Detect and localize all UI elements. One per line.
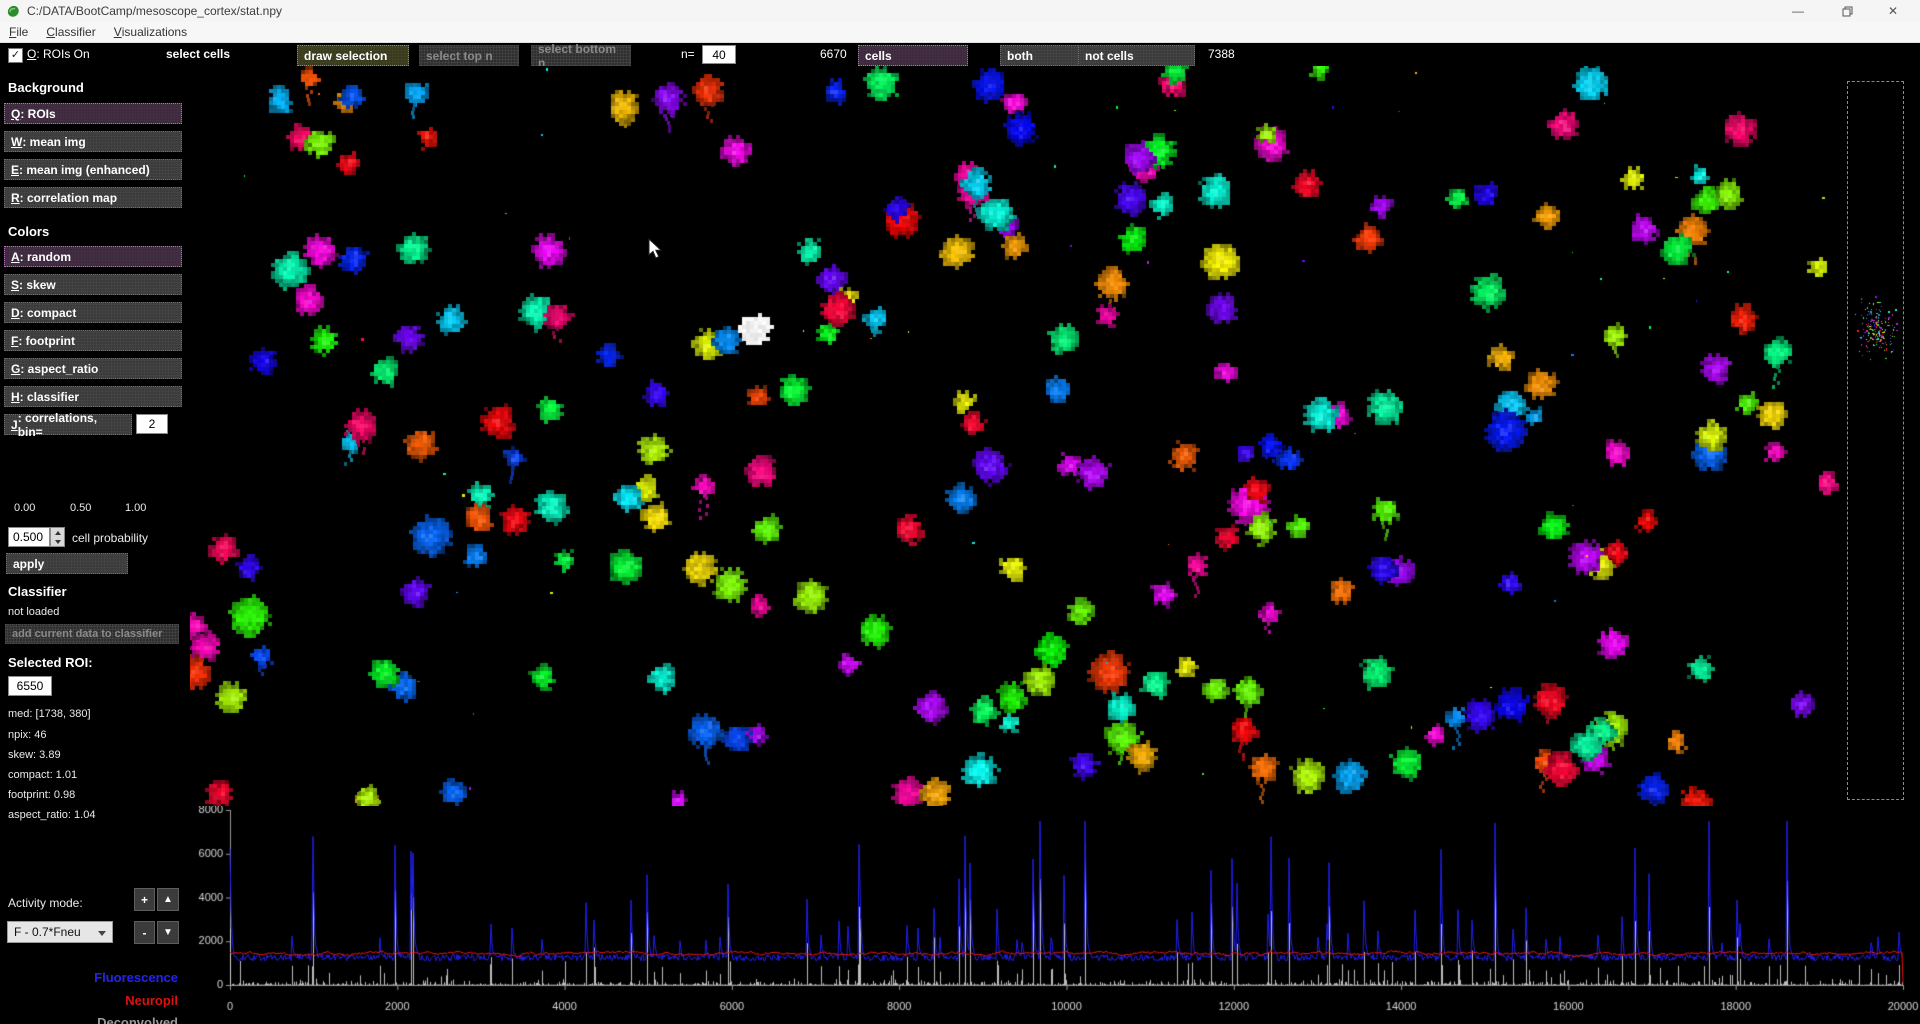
plus-icon: + xyxy=(141,893,148,907)
roi-field-canvas[interactable] xyxy=(190,66,1843,806)
activity-mode-label: Activity mode: xyxy=(8,896,83,910)
rois-on-label: O: ROIs On xyxy=(27,47,90,61)
color-button-random[interactable]: A: random xyxy=(4,246,182,267)
roi-stat-npix: npix: 46 xyxy=(8,729,47,741)
legend-deconvolved[interactable]: Deconvolved xyxy=(0,1015,178,1024)
trace-scale-down-button[interactable]: ▼ xyxy=(157,921,179,944)
minimap-canvas xyxy=(1848,82,1903,799)
add-to-classifier-button[interactable]: add current data to classifier xyxy=(5,624,179,644)
apply-button[interactable]: apply xyxy=(6,553,128,574)
classifier-header: Classifier xyxy=(8,584,67,599)
minimap-panel[interactable] xyxy=(1847,81,1904,800)
mouse-cursor-icon xyxy=(648,238,664,260)
down-triangle-icon: ▼ xyxy=(163,927,173,938)
roi-stat-skew: skew: 3.89 xyxy=(8,749,61,761)
roi-stat-compact: compact: 1.01 xyxy=(8,769,77,781)
selected-roi-header: Selected ROI: xyxy=(8,655,93,670)
menu-item-visualizations[interactable]: Visualizations xyxy=(105,22,196,43)
select-top-n-button[interactable]: select top n xyxy=(419,45,519,66)
cell-probability-input[interactable] xyxy=(8,527,50,547)
background-button-mean-img[interactable]: W: mean img xyxy=(4,131,182,152)
color-button-classifier[interactable]: H: classifier xyxy=(4,386,182,407)
app-logo-icon xyxy=(6,4,21,19)
draw-selection-button[interactable]: draw selection xyxy=(297,45,409,66)
app-window: C:/DATA/BootCamp/mesoscope_cortex/stat.n… xyxy=(0,0,1920,1024)
select-cells-label: select cells xyxy=(166,47,230,61)
cells-button[interactable]: cells xyxy=(858,45,968,66)
not-cells-count: 7388 xyxy=(1208,47,1235,61)
background-button-mean-img-enhanced[interactable]: E: mean img (enhanced) xyxy=(4,159,182,180)
scale-tick-100: 1.00 xyxy=(125,502,146,514)
check-icon: ✓ xyxy=(11,50,20,61)
not-cells-button[interactable]: not cells xyxy=(1078,45,1195,66)
roi-stat-footprint: footprint: 0.98 xyxy=(8,789,75,801)
classifier-status: not loaded xyxy=(8,606,59,618)
menu-item-classifier[interactable]: Classifier xyxy=(37,22,104,43)
roi-stat-aspect-ratio: aspect_ratio: 1.04 xyxy=(8,809,95,821)
legend-neuropil[interactable]: Neuropil xyxy=(0,993,178,1008)
color-button-aspect-ratio[interactable]: G: aspect_ratio xyxy=(4,358,182,379)
spin-up-icon[interactable] xyxy=(51,528,64,537)
activity-mode-value: F - 0.7*Fneu xyxy=(14,925,81,939)
colors-header: Colors xyxy=(8,224,49,239)
title-bar: C:/DATA/BootCamp/mesoscope_cortex/stat.n… xyxy=(0,0,1920,22)
close-button[interactable]: ✕ xyxy=(1876,0,1910,22)
legend-fluorescence[interactable]: Fluorescence xyxy=(0,970,178,985)
select-bottom-n-button[interactable]: select bottom n xyxy=(531,45,631,66)
trace-plot-canvas[interactable] xyxy=(190,806,1920,1024)
menu-item-file[interactable]: File xyxy=(0,22,37,43)
scale-tick-0: 0.00 xyxy=(14,502,35,514)
window-title: C:/DATA/BootCamp/mesoscope_cortex/stat.n… xyxy=(27,4,282,18)
n-input[interactable] xyxy=(702,45,736,64)
background-button-correlation-map[interactable]: R: correlation map xyxy=(4,187,182,208)
zoom-out-button[interactable]: - xyxy=(134,921,155,944)
roi-stat-med: med: [1738, 380] xyxy=(8,708,91,720)
trace-scale-up-button[interactable]: ▲ xyxy=(157,888,179,911)
scale-tick-50: 0.50 xyxy=(70,502,91,514)
menu-bar: File Classifier Visualizations xyxy=(0,22,1920,43)
restore-icon xyxy=(1842,6,1853,17)
cell-probability-spinner[interactable] xyxy=(50,527,65,547)
background-header: Background xyxy=(8,80,84,95)
color-button-footprint[interactable]: F: footprint xyxy=(4,330,182,351)
zoom-in-button[interactable]: + xyxy=(134,888,155,911)
selected-roi-input[interactable] xyxy=(8,676,52,696)
cells-count: 6670 xyxy=(820,47,847,61)
activity-mode-select[interactable]: F - 0.7*Fneu xyxy=(7,921,113,943)
minimize-button[interactable]: — xyxy=(1781,0,1815,22)
minus-icon: - xyxy=(143,926,147,940)
n-label: n= xyxy=(681,47,695,61)
rois-on-checkbox[interactable]: ✓ xyxy=(8,48,23,63)
up-triangle-icon: ▲ xyxy=(163,894,173,905)
correlations-bin-input[interactable] xyxy=(136,414,168,434)
background-button-rois[interactable]: Q: ROIs xyxy=(4,103,182,124)
cell-probability-label: cell probability xyxy=(72,531,148,545)
spin-down-icon[interactable] xyxy=(51,537,64,546)
color-button-skew[interactable]: S: skew xyxy=(4,274,182,295)
chevron-down-icon xyxy=(98,931,106,936)
restore-button[interactable] xyxy=(1830,0,1864,22)
color-button-correlations[interactable]: J: correlations, bin= xyxy=(4,414,132,435)
color-button-compact[interactable]: D: compact xyxy=(4,302,182,323)
